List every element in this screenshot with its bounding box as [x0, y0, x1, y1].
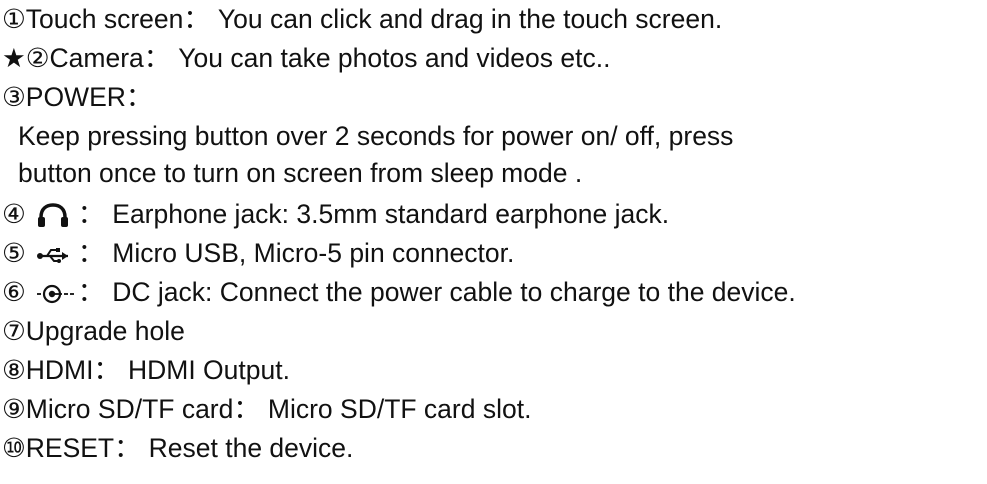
list-item-hdmi: ⑧HDMI： HDMI Output. [2, 354, 290, 386]
item-description: Reset the device. [148, 433, 354, 463]
item-number: ① [2, 4, 26, 34]
list-item-upgrade-hole: ⑦Upgrade hole [2, 315, 185, 347]
dc-jack-icon [36, 281, 74, 307]
item-description: DC jack: Connect the power cable to char… [112, 277, 796, 307]
item-label: POWER [25, 82, 126, 112]
item-description: HDMI Output. [127, 355, 290, 385]
item-separator: ： [114, 433, 141, 463]
list-item-camera: ★②Camera： You can take photos and videos … [2, 42, 610, 74]
item-number: ③ [2, 82, 26, 112]
item-label: Upgrade hole [25, 316, 185, 346]
item-separator: ： [77, 199, 105, 229]
item-number: ⑥ [2, 277, 26, 307]
usb-icon [36, 242, 72, 268]
item-number: ② [25, 43, 50, 73]
list-item-power-desc-line2: button once to turn on screen from sleep… [18, 157, 582, 189]
list-item-reset: ⑩RESET： Reset the device. [2, 432, 353, 464]
item-description: Micro SD/TF card slot. [267, 394, 532, 424]
item-separator: ： [233, 394, 260, 424]
list-item-touch-screen: ①Touch screen： You can click and drag in … [2, 3, 722, 35]
item-separator: ： [77, 238, 105, 268]
item-separator: ： [143, 43, 171, 73]
item-label: Micro SD/TF card [25, 394, 234, 424]
item-label: HDMI [25, 355, 94, 385]
item-separator: ： [125, 82, 153, 112]
list-item-micro-sd: ⑨Micro SD/TF card： Micro SD/TF card slot. [2, 393, 531, 425]
item-label: RESET [25, 433, 115, 463]
item-number: ⑩ [2, 433, 26, 463]
star-icon: ★ [2, 43, 26, 73]
headphone-icon [36, 203, 72, 229]
item-separator: ： [77, 277, 105, 307]
list-item-dc-jack: ⑥ ： DC jack: Connect the power cable to c… [2, 276, 796, 308]
device-feature-list: ①Touch screen： You can click and drag in … [0, 0, 987, 484]
item-description: Keep pressing button over 2 seconds for … [18, 121, 734, 151]
list-item-micro-usb: ⑤ ： Micro USB, Micro-5 pin connector. [2, 237, 514, 269]
item-separator: ： [183, 4, 210, 34]
list-item-power-desc-line1: Keep pressing button over 2 seconds for … [18, 120, 733, 152]
item-number: ⑧ [2, 355, 26, 385]
list-item-earphone-jack: ④ ： Earphone jack: 3.5mm standard earphon… [2, 198, 669, 230]
item-label: Touch screen [25, 4, 184, 34]
list-item-power: ③POWER： [2, 81, 154, 113]
item-label: Camera [49, 43, 144, 73]
item-number: ⑦ [2, 316, 26, 346]
item-description: Micro USB, Micro-5 pin connector. [112, 238, 515, 268]
item-description: button once to turn on screen from sleep… [18, 158, 583, 188]
item-number: ⑨ [2, 394, 26, 424]
item-description: You can take photos and videos etc.. [178, 43, 611, 73]
item-separator: ： [93, 355, 120, 385]
item-number: ⑤ [2, 238, 26, 268]
item-number: ④ [2, 199, 26, 229]
item-description: Earphone jack: 3.5mm standard earphone j… [112, 199, 670, 229]
item-description: You can click and drag in the touch scre… [217, 4, 723, 34]
